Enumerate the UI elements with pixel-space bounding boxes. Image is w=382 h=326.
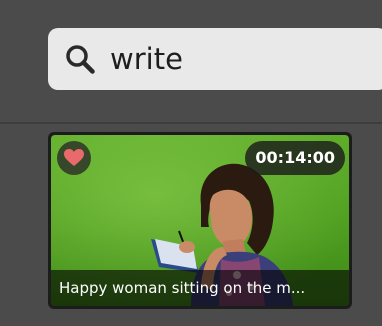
search-input[interactable] [110,38,380,80]
app: 00:14:00 Happy woman sitting on the m... [0,0,382,326]
duration-badge: 00:14:00 [245,141,345,175]
heart-icon [64,149,84,166]
favorite-button[interactable] [57,141,91,175]
divider [0,122,382,124]
search-icon [64,43,96,75]
video-title: Happy woman sitting on the m... [51,270,349,306]
video-result-card[interactable]: 00:14:00 Happy woman sitting on the m... [48,132,352,309]
search-bar[interactable] [48,28,382,90]
video-thumbnail[interactable]: 00:14:00 Happy woman sitting on the m... [51,135,349,306]
